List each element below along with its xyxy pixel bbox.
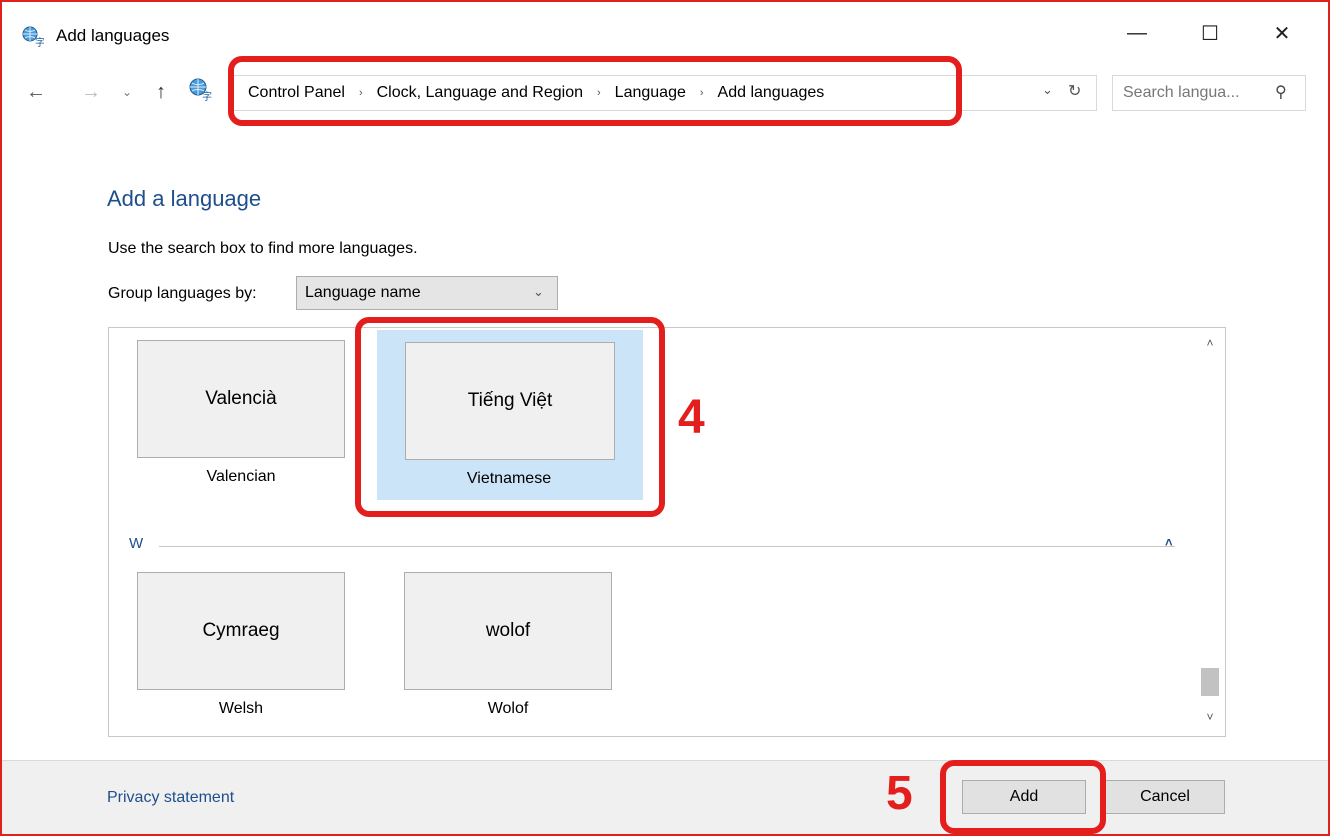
group-by-value: Language name (305, 284, 421, 301)
dialog-footer: Privacy statement Add Cancel (2, 760, 1328, 834)
group-by-label: Group languages by: (108, 285, 257, 302)
language-tile-english-name: Wolof (487, 700, 529, 717)
minimize-button[interactable]: — (1114, 10, 1160, 56)
collapse-group-icon[interactable]: ˄ (1165, 535, 1173, 550)
svg-text:字: 字 (202, 90, 212, 102)
language-tile-valencian[interactable]: Valencià Valencian (109, 328, 349, 498)
vertical-scrollbar[interactable]: ˄ ˅ (1199, 330, 1221, 734)
page-title: Add a language (107, 186, 262, 211)
language-tile-welsh[interactable]: Cymraeg Welsh (109, 560, 349, 730)
add-languages-window: 字 Add languages — ☐ ✕ ← → ⌄ ↑ 字 Control … (0, 0, 1330, 836)
search-input[interactable]: Search langua... ⚲ (1112, 75, 1306, 111)
language-tile-native-name: Valencià (137, 340, 345, 458)
forward-button[interactable]: → (77, 77, 105, 107)
refresh-icon[interactable]: ↻ (1068, 81, 1081, 101)
instruction-text: Use the search box to find more language… (108, 240, 418, 257)
svg-text:字: 字 (35, 36, 44, 48)
group-divider (159, 546, 1175, 547)
address-dropdown-icon[interactable]: ⌄ (1042, 82, 1053, 98)
language-globe-icon: 字 (22, 26, 44, 48)
group-by-select[interactable]: Language name ⌄ (296, 276, 558, 310)
up-button[interactable]: ↑ (147, 77, 175, 107)
group-letter: W (129, 535, 144, 552)
annotation-highlight-address-bar (228, 56, 962, 126)
scrollbar-thumb[interactable] (1201, 668, 1219, 696)
title-bar: 字 Add languages — ☐ ✕ (2, 2, 1328, 64)
annotation-step-number: 5 (886, 767, 913, 820)
annotation-highlight-vietnamese (355, 317, 665, 517)
privacy-statement-link[interactable]: Privacy statement (107, 789, 234, 807)
annotation-step-number: 4 (678, 391, 705, 444)
scroll-up-icon[interactable]: ˄ (1199, 336, 1221, 350)
search-icon[interactable]: ⚲ (1275, 82, 1287, 102)
language-tile-english-name: Welsh (218, 700, 264, 717)
control-panel-location-icon: 字 (189, 78, 212, 102)
back-button[interactable]: ← (22, 77, 50, 107)
group-header-w[interactable]: W ˄ (129, 535, 1199, 559)
language-tile-wolof[interactable]: wolof Wolof (376, 560, 616, 730)
language-tile-native-name: Cymraeg (137, 572, 345, 690)
annotation-highlight-add-button (940, 760, 1106, 834)
language-tile-native-name: wolof (404, 572, 612, 690)
scroll-down-icon[interactable]: ˅ (1199, 710, 1221, 724)
language-tile-english-name: Valencian (206, 468, 276, 485)
recent-locations-icon[interactable]: ⌄ (118, 77, 136, 107)
close-button[interactable]: ✕ (1259, 10, 1305, 56)
search-placeholder: Search langua... (1123, 84, 1240, 101)
chevron-down-icon: ⌄ (533, 284, 544, 299)
window-title: Add languages (56, 26, 170, 45)
language-list-panel: Valencià Valencian Tiếng Việt Vietnamese… (108, 327, 1226, 737)
maximize-button[interactable]: ☐ (1187, 10, 1233, 56)
cancel-button[interactable]: Cancel (1105, 780, 1225, 814)
